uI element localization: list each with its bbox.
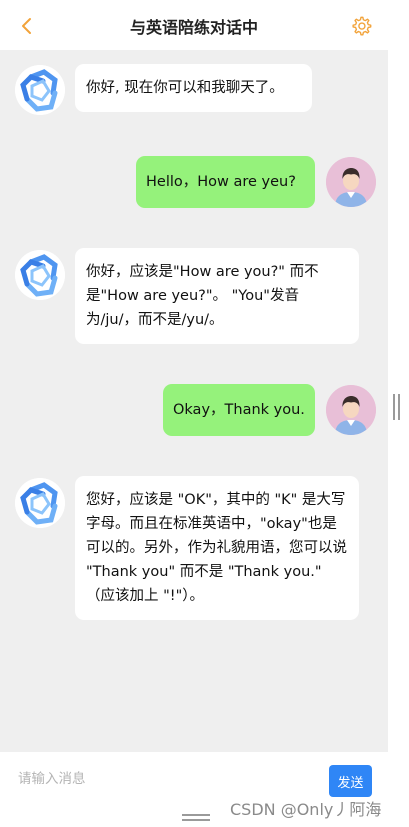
bot-avatar bbox=[15, 65, 65, 115]
gear-icon[interactable] bbox=[350, 15, 372, 37]
message-text: 您好，应该是 "OK"，其中的 "K" 是大写字母。而且在标准英语中，"okay… bbox=[86, 492, 347, 604]
bot-avatar bbox=[15, 250, 65, 300]
message-text: Hello，How are yeu? bbox=[146, 174, 296, 190]
chat-app: 与英语陪练对话中 你好, 现在你可以和我聊天了。 Hello，How are y… bbox=[0, 0, 388, 806]
bot-avatar bbox=[15, 478, 65, 528]
send-button[interactable]: 发送 bbox=[329, 765, 372, 797]
message-input[interactable] bbox=[10, 764, 326, 794]
user-avatar bbox=[326, 385, 376, 435]
message-text: 你好，应该是"How are you?" 而不是"How are yeu?"。 … bbox=[86, 264, 319, 328]
vertical-resize-handle[interactable] bbox=[393, 394, 401, 420]
bot-message-bubble: 你好，应该是"How are you?" 而不是"How are yeu?"。 … bbox=[75, 248, 359, 344]
message-text: 你好, 现在你可以和我聊天了。 bbox=[86, 80, 284, 96]
user-avatar bbox=[326, 157, 376, 207]
page-title: 与英语陪练对话中 bbox=[129, 18, 258, 37]
horizontal-resize-handle[interactable] bbox=[182, 814, 210, 822]
user-message-bubble: Okay，Thank you. bbox=[163, 384, 315, 436]
bot-message-bubble: 你好, 现在你可以和我聊天了。 bbox=[75, 64, 312, 112]
user-message-bubble: Hello，How are yeu? bbox=[136, 156, 315, 208]
message-text: Okay，Thank you. bbox=[173, 402, 305, 418]
header-bar: 与英语陪练对话中 bbox=[0, 0, 388, 50]
watermark: CSDN @Only丿阿海 bbox=[230, 800, 382, 819]
bot-message-bubble: 您好，应该是 "OK"，其中的 "K" 是大写字母。而且在标准英语中，"okay… bbox=[75, 476, 359, 620]
